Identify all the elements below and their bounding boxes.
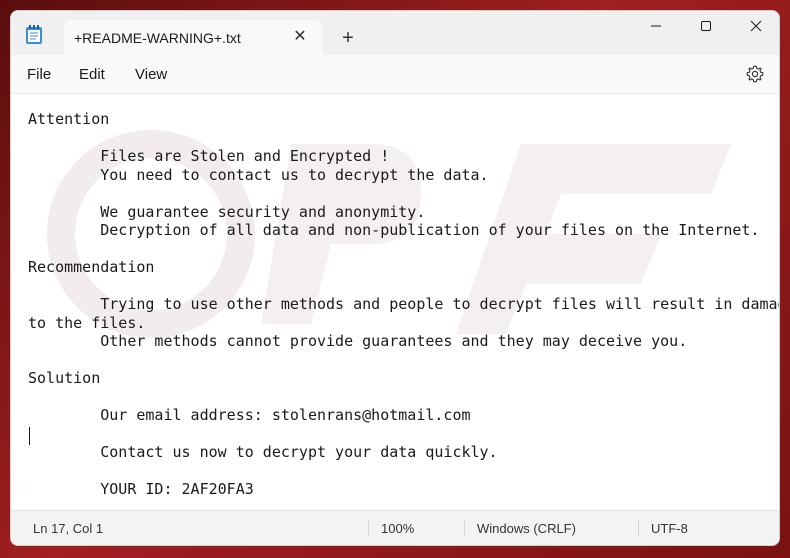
zoom-level: 100% [381, 521, 415, 536]
encoding: UTF-8 [651, 521, 688, 536]
menu-file[interactable]: File [21, 64, 57, 85]
title-bar: +README-WARNING+.txt ✕ + [11, 11, 779, 56]
text-caret [29, 427, 30, 445]
line-ending: Windows (CRLF) [477, 521, 576, 536]
status-divider [464, 519, 465, 537]
status-divider [368, 519, 369, 537]
text-line [28, 462, 776, 481]
text-line [28, 388, 776, 407]
document-text[interactable]: Attention Files are Stolen and Encrypted… [28, 110, 779, 499]
gear-icon[interactable] [745, 64, 765, 84]
text-line [28, 184, 776, 203]
text-line: Decryption of all data and non-publicati… [28, 221, 760, 239]
text-line: YOUR ID: 2AF20FA3 [28, 480, 254, 498]
text-line: Attention [28, 110, 110, 128]
text-line: Files are Stolen and Encrypted ! [28, 147, 390, 165]
maximize-icon[interactable] [681, 11, 731, 41]
notepad-window: +README-WARNING+.txt ✕ + File Edit View [10, 10, 780, 546]
cursor-position: Ln 17, Col 1 [33, 521, 104, 536]
text-line: Solution [28, 369, 101, 387]
text-line: Trying to use other methods and people t… [28, 295, 779, 313]
status-divider [638, 519, 639, 537]
plus-icon[interactable]: + [336, 27, 360, 51]
text-editor[interactable]: Attention Files are Stolen and Encrypted… [11, 93, 779, 512]
menu-view[interactable]: View [129, 64, 173, 85]
status-bar: Ln 17, Col 1 100% Windows (CRLF) UTF-8 [11, 510, 779, 545]
text-line [28, 240, 776, 259]
text-line [28, 277, 776, 296]
text-line: Recommendation [28, 258, 155, 276]
close-window-icon[interactable] [731, 11, 779, 41]
text-line: Other methods cannot provide guarantees … [28, 332, 688, 350]
text-line: to the files. [28, 313, 146, 332]
minimize-icon[interactable] [631, 11, 681, 41]
menu-bar: File Edit View [11, 56, 779, 92]
text-line [28, 129, 776, 148]
tab-readme[interactable]: +README-WARNING+.txt ✕ [64, 20, 322, 56]
menu-edit[interactable]: Edit [73, 64, 111, 85]
text-line [28, 351, 776, 370]
text-line: Our email address: stolenrans@hotmail.co… [28, 406, 471, 424]
close-icon[interactable]: ✕ [290, 27, 310, 47]
text-line [28, 425, 776, 444]
text-line: We guarantee security and anonymity. [28, 202, 426, 221]
notepad-icon [25, 25, 43, 45]
tab-title: +README-WARNING+.txt [74, 30, 241, 46]
text-line: Contact us now to decrypt your data quic… [28, 443, 498, 461]
text-line: You need to contact us to decrypt the da… [28, 165, 489, 184]
